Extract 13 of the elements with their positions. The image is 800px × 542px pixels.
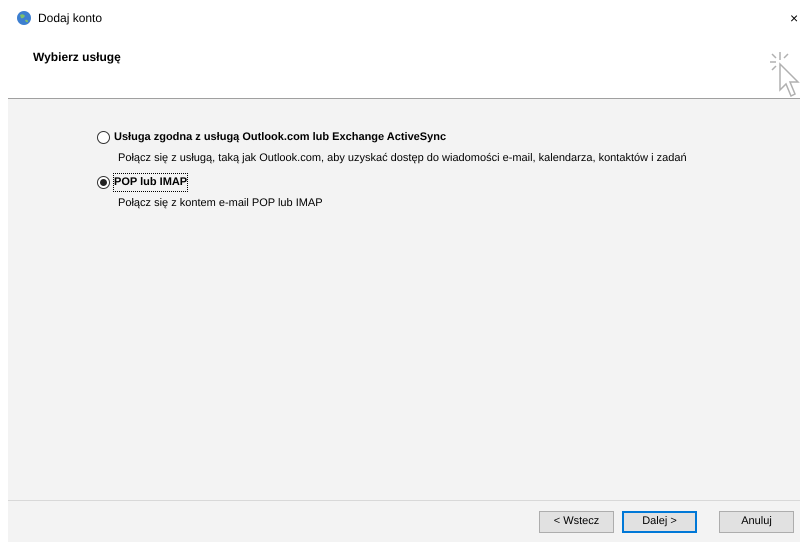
option-description: Połącz się z usługą, taką jak Outlook.com, aby uzyskać dostęp do wiadomości e-mail, kalendarza, kontaktów i zadań <box>118 150 688 166</box>
window-title: Dodaj konto <box>38 10 102 27</box>
option-label[interactable]: Usługa zgodna z usługą Outlook.com lub Exchange ActiveSync <box>114 129 446 146</box>
option-label[interactable]: POP lub IMAP <box>114 174 188 190</box>
dialog-button[interactable]: < Wstecz <box>539 510 614 532</box>
radio-button[interactable] <box>97 176 110 189</box>
close-button[interactable]: × <box>790 8 800 28</box>
globe-icon <box>16 10 32 26</box>
radio-button[interactable] <box>97 130 110 144</box>
page-heading: Wybierz usługę <box>33 49 121 66</box>
dialog-button[interactable]: Anuluj <box>719 510 794 532</box>
option-description: Połącz się z kontem e-mail POP lub IMAP <box>118 196 324 210</box>
dialog-button[interactable]: Dalej > <box>622 510 697 532</box>
